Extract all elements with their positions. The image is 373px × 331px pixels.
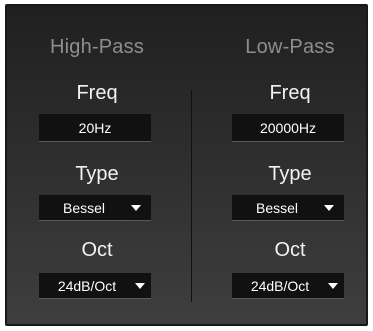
high-pass-freq-label: Freq	[76, 82, 118, 104]
high-pass-freq-field[interactable]: 20Hz	[39, 114, 151, 142]
low-pass-title: Low-Pass	[245, 36, 335, 58]
chevron-down-icon	[328, 283, 338, 289]
high-pass-oct-value: 24dB/Oct	[57, 278, 117, 294]
high-pass-oct-dropdown[interactable]: 24dB/Oct	[39, 273, 151, 299]
low-pass-oct-value: 24dB/Oct	[250, 278, 310, 294]
low-pass-freq-label: Freq	[269, 82, 311, 104]
low-pass-type-dropdown[interactable]: Bessel	[232, 195, 344, 221]
low-pass-type-value: Bessel	[255, 200, 299, 216]
high-pass-freq-value: 20Hz	[78, 120, 112, 136]
low-pass-oct-dropdown[interactable]: 24dB/Oct	[232, 273, 344, 299]
chevron-down-icon	[131, 205, 141, 211]
high-pass-type-dropdown[interactable]: Bessel	[39, 195, 151, 221]
high-pass-section: High-Pass Freq 20Hz Type Bessel Oct 24dB…	[7, 6, 187, 324]
filter-panel: High-Pass Freq 20Hz Type Bessel Oct 24dB…	[5, 4, 368, 326]
section-divider	[191, 90, 192, 302]
low-pass-section: Low-Pass Freq 20000Hz Type Bessel Oct 24…	[200, 6, 373, 324]
low-pass-freq-value: 20000Hz	[259, 120, 317, 136]
chevron-down-icon	[324, 205, 334, 211]
low-pass-oct-label: Oct	[274, 239, 306, 261]
low-pass-type-label: Type	[268, 163, 312, 185]
high-pass-oct-label: Oct	[81, 239, 113, 261]
high-pass-type-label: Type	[75, 163, 119, 185]
high-pass-title: High-Pass	[49, 36, 145, 58]
low-pass-freq-field[interactable]: 20000Hz	[232, 114, 344, 142]
chevron-down-icon	[135, 283, 145, 289]
high-pass-type-value: Bessel	[62, 200, 106, 216]
